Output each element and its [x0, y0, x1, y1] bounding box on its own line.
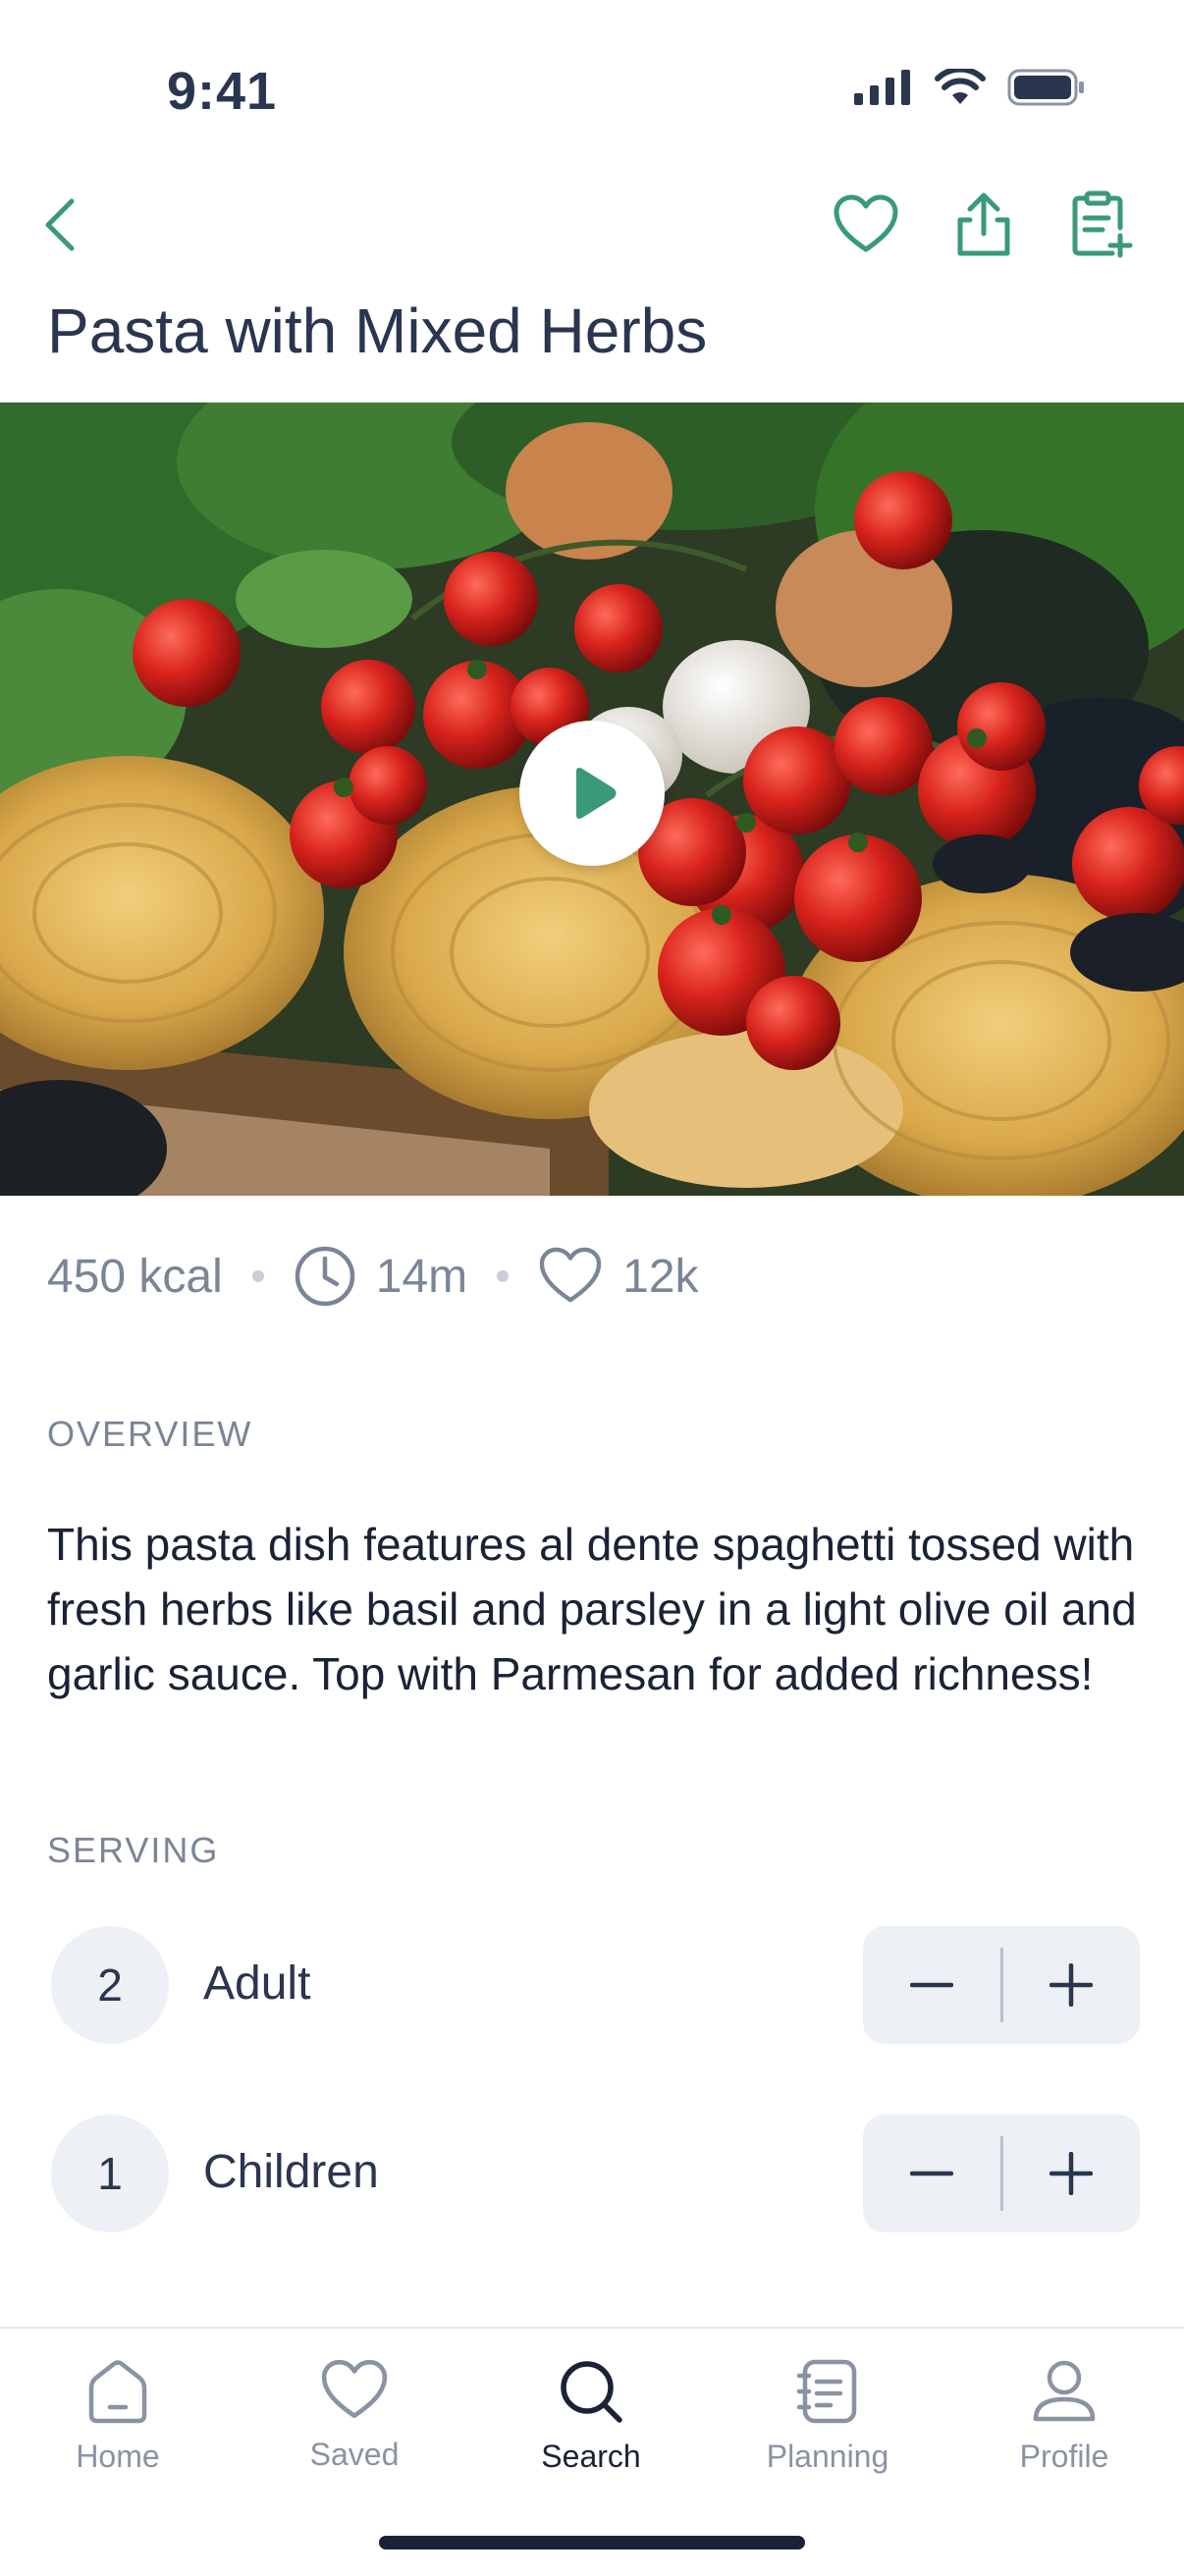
children-stepper [863, 2115, 1140, 2232]
tab-home-label: Home [76, 2439, 160, 2474]
overview-text: This pasta dish features al dente spaghe… [47, 1519, 1137, 1699]
adult-count: 2 [51, 1926, 169, 2044]
likes-count: 12k [622, 1250, 699, 1303]
tab-home[interactable]: Home [20, 2358, 216, 2475]
status-icons [854, 69, 1086, 106]
tab-search-label: Search [541, 2439, 641, 2474]
add-to-plan-button[interactable] [1057, 181, 1146, 269]
separator-dot [251, 1270, 264, 1282]
play-icon [576, 768, 617, 819]
heart-icon [834, 194, 898, 252]
adult-decrement-button[interactable] [863, 1926, 1000, 2044]
serving-heading: SERVING [47, 1830, 220, 1870]
plus-icon [1049, 2152, 1094, 2195]
home-indicator [379, 2536, 805, 2549]
clipboard-add-icon [1072, 190, 1133, 258]
adult-stepper [863, 1926, 1140, 2044]
cook-time-value: 14m [375, 1250, 468, 1303]
recipe-title: Pasta with Mixed Herbs [47, 295, 708, 366]
status-time: 9:41 [167, 62, 278, 121]
clock-icon [295, 1246, 355, 1307]
recipe-stats: 450 kcal 14m 12k [47, 1245, 699, 1308]
tab-saved[interactable]: Saved [256, 2358, 453, 2473]
overview-heading: OVERVIEW [47, 1414, 253, 1454]
adult-label: Adult [203, 1958, 311, 2010]
wifi-icon [935, 69, 986, 104]
search-icon [561, 2361, 622, 2423]
tab-planning[interactable]: Planning [729, 2358, 926, 2475]
children-decrement-button[interactable] [863, 2115, 1000, 2232]
calories: 450 kcal [47, 1250, 223, 1303]
children-label: Children [203, 2146, 379, 2198]
battery-icon [1007, 69, 1084, 106]
profile-icon [1033, 2360, 1096, 2422]
serving-row-adult: 2 [51, 1926, 169, 2044]
tab-profile[interactable]: Profile [966, 2358, 1162, 2475]
likes: 12k [538, 1247, 699, 1306]
chevron-left-icon [45, 198, 75, 251]
favorite-button[interactable] [822, 181, 910, 269]
cook-time: 14m [294, 1245, 467, 1308]
minus-icon [909, 1982, 953, 1988]
serving-row-children: 1 [51, 2115, 169, 2232]
share-button[interactable] [940, 181, 1028, 269]
planning-icon [796, 2359, 857, 2424]
tab-saved-label: Saved [309, 2437, 400, 2472]
tab-search[interactable]: Search [493, 2358, 689, 2475]
minus-icon [909, 2171, 953, 2176]
play-button[interactable] [519, 721, 665, 866]
adult-increment-button[interactable] [1003, 1926, 1141, 2044]
heart-icon [539, 1247, 602, 1303]
plus-icon [1049, 1963, 1094, 2007]
cellular-icon [854, 70, 910, 105]
tab-profile-label: Profile [1019, 2439, 1109, 2474]
children-count: 1 [51, 2115, 169, 2232]
home-icon [88, 2360, 147, 2424]
share-icon [957, 192, 1010, 256]
back-button[interactable] [16, 181, 104, 269]
heart-icon [321, 2359, 388, 2419]
separator-dot [497, 1270, 510, 1282]
tab-planning-label: Planning [766, 2439, 889, 2474]
children-increment-button[interactable] [1003, 2115, 1141, 2232]
